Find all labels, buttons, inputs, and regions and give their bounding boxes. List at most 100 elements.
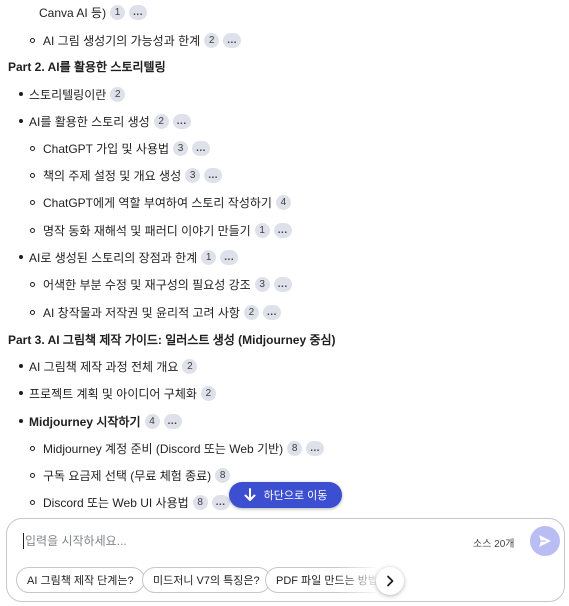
outline-item: 프로젝트 계획 및 아이디어 구체화 2 [19, 382, 216, 404]
more-citations-chip[interactable]: ... [273, 222, 292, 238]
citation-chip[interactable]: 3 [185, 167, 201, 183]
outline-text: Midjourney 시작하기 [29, 414, 141, 429]
outline-subitem: ChatGPT 가입 및 사용법 3... [30, 137, 211, 159]
send-button[interactable] [530, 526, 560, 556]
outline-subitem: 명작 동화 재해석 및 패러디 이야기 만들기 1... [30, 219, 292, 241]
outline-text: Discord 또는 Web UI 사용법 [43, 495, 189, 510]
section-heading: Part 3. AI 그림책 제작 가이드: 일러스트 생성 (Midjourn… [8, 328, 336, 350]
more-citations-chip[interactable]: ... [211, 494, 230, 510]
outline-item: AI를 활용한 스토리 생성 2... [19, 110, 191, 132]
outline-text: Midjourney 계정 준비 (Discord 또는 Web 기반) [43, 441, 284, 456]
sub-bullet-icon [30, 145, 35, 151]
more-citations-chip[interactable]: ... [172, 113, 191, 129]
citation-chip[interactable]: 2 [110, 86, 126, 102]
outline-subitem: AI 그림 생성기의 가능성과 한계 2... [30, 29, 242, 51]
sub-bullet-icon [30, 472, 35, 478]
source-count: 소스 20개 [473, 539, 515, 550]
outline-item: Midjourney 시작하기 4... [19, 410, 182, 432]
outline-text: ChatGPT 가입 및 사용법 [43, 141, 170, 156]
outline-text: Part 2. AI를 활용한 스토리텔링 [8, 59, 166, 74]
more-citations-chip[interactable]: ... [220, 249, 239, 265]
citation-chip[interactable]: 4 [144, 413, 160, 429]
sub-bullet-icon [30, 445, 35, 451]
citation-chip[interactable]: 1 [201, 249, 217, 265]
outline-text: 프로젝트 계획 및 아이디어 구체화 [29, 386, 197, 401]
arrow-down-icon [244, 488, 256, 501]
sub-bullet-icon [30, 499, 35, 505]
outline-text: 구독 요금제 선택 (무료 체험 종료) [43, 468, 212, 483]
sub-bullet-icon [30, 199, 35, 205]
outline-text: 명작 동화 재해석 및 패러디 이야기 만들기 [43, 223, 251, 238]
sub-bullet-icon [30, 227, 35, 233]
outline-text: AI 그림책 제작 과정 전체 개요 [29, 359, 179, 374]
outline-item: AI로 생성된 스토리의 장점과 한계 1... [19, 246, 239, 268]
citation-chip[interactable]: 1 [254, 222, 270, 238]
suggestions-next-button[interactable] [376, 567, 404, 595]
chat-composer: 소스 20개 AI 그림책 제작 단계는? 미드저니 V7의 특징은? PDF … [6, 518, 565, 602]
suggestion-chip[interactable]: AI 그림책 제작 단계는? [16, 567, 145, 593]
more-citations-chip[interactable]: ... [306, 440, 325, 456]
bullet-icon [19, 255, 23, 259]
more-citations-chip[interactable]: ... [129, 4, 148, 20]
citation-chip[interactable]: 2 [182, 358, 198, 374]
scroll-to-bottom-button[interactable]: 하단으로 이동 [229, 482, 342, 508]
outline-text: AI로 생성된 스토리의 장점과 한계 [29, 250, 198, 265]
outline-text: AI 창작물과 저작권 및 윤리적 고려 사항 [43, 305, 240, 320]
scroll-to-bottom-label: 하단으로 이동 [263, 490, 328, 502]
citation-chip[interactable]: 3 [254, 276, 270, 292]
outline-text: AI를 활용한 스토리 생성 [29, 114, 150, 129]
citation-chip[interactable]: 2 [204, 32, 220, 48]
outline-item: 스토리텔링이란 2 [19, 83, 126, 105]
more-citations-chip[interactable]: ... [262, 304, 281, 320]
outline-item: AI 그림책 제작 과정 전체 개요 2 [19, 355, 198, 377]
outline-subitem: AI 창작물과 저작권 및 윤리적 고려 사항 2... [30, 301, 281, 323]
sub-bullet-icon [30, 281, 35, 287]
suggestion-label: AI 그림책 제작 단계는? [27, 575, 134, 587]
more-citations-chip[interactable]: ... [192, 140, 211, 156]
outline-subitem: 책의 주제 설정 및 개요 생성 3... [30, 164, 223, 186]
outline-text: 스토리텔링이란 [29, 87, 107, 102]
sub-bullet-icon [30, 37, 35, 43]
citation-chip[interactable]: 8 [192, 494, 208, 510]
suggestion-list: AI 그림책 제작 단계는? 미드저니 V7의 특징은? PDF 파일 만드는 … [16, 567, 376, 595]
bullet-icon [19, 419, 23, 423]
outline-text: 책의 주제 설정 및 개요 생성 [43, 168, 182, 183]
suggestion-label: 미드저니 V7의 특징은? [153, 575, 260, 587]
suggestion-chip[interactable]: 미드저니 V7의 특징은? [142, 567, 271, 593]
notes-document: Canva AI 등) 1... AI 그림 생성기의 가능성과 한계 2... Par… [0, 0, 569, 520]
send-icon [539, 535, 551, 547]
citation-chip[interactable]: 2 [153, 113, 169, 129]
outline-text: Part 3. AI 그림책 제작 가이드: 일러스트 생성 (Midjourn… [8, 332, 336, 347]
outline-subitem: 어색한 부분 수정 및 재구성의 필요성 강조 3... [30, 273, 292, 295]
outline-subitem: Midjourney 계정 준비 (Discord 또는 Web 기반) 8... [30, 437, 325, 459]
bullet-icon [19, 391, 23, 395]
citation-chip[interactable]: 2 [243, 304, 259, 320]
more-citations-chip[interactable]: ... [204, 167, 223, 183]
outline-text: 어색한 부분 수정 및 재구성의 필요성 강조 [43, 277, 251, 292]
sub-bullet-icon [30, 309, 35, 315]
outline-text: AI 그림 생성기의 가능성과 한계 [43, 33, 201, 48]
more-citations-chip[interactable]: ... [273, 276, 292, 292]
citation-chip[interactable]: 1 [110, 4, 126, 20]
outline-text: Canva AI 등) [39, 5, 107, 20]
citation-chip[interactable]: 8 [215, 467, 231, 483]
chat-input[interactable] [25, 531, 325, 551]
chevron-right-icon [387, 575, 394, 587]
outline-subitem: Discord 또는 Web UI 사용법 8... [30, 491, 230, 513]
more-citations-chip[interactable]: ... [163, 413, 182, 429]
more-citations-chip[interactable]: ... [223, 32, 242, 48]
outline-subitem: ChatGPT에게 역할 부여하여 스토리 작성하기 4 [30, 191, 291, 213]
bullet-icon [19, 119, 23, 123]
text-caret [23, 533, 24, 549]
citation-chip[interactable]: 3 [173, 140, 189, 156]
outline-subitem: 구독 요금제 선택 (무료 체험 종료) 8 [30, 464, 231, 486]
citation-chip[interactable]: 8 [287, 440, 303, 456]
citation-chip[interactable]: 2 [200, 385, 216, 401]
citation-chip[interactable]: 4 [275, 194, 291, 210]
sub-bullet-icon [30, 172, 35, 178]
outline-subitem-continuation: Canva AI 등) 1... [39, 1, 148, 23]
bullet-icon [19, 92, 23, 96]
bullet-icon [19, 364, 23, 368]
outline-text: ChatGPT에게 역할 부여하여 스토리 작성하기 [43, 195, 272, 210]
section-heading: Part 2. AI를 활용한 스토리텔링 [8, 55, 166, 77]
